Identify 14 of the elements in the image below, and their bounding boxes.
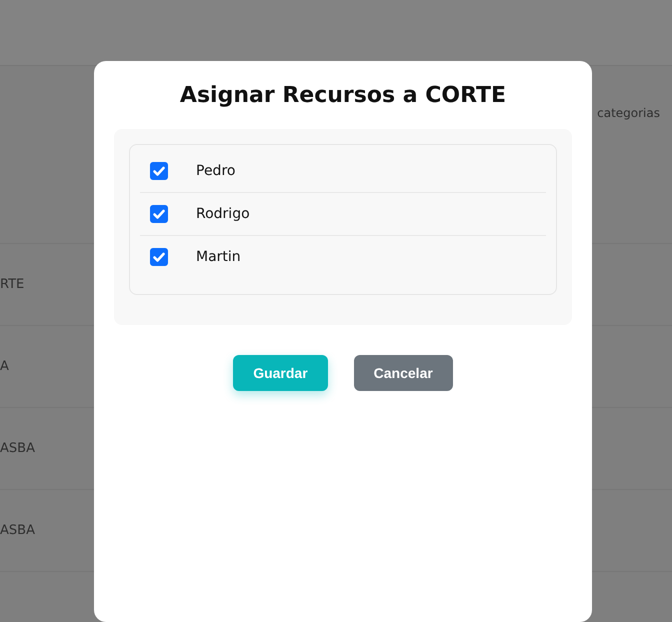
checkbox[interactable] xyxy=(150,248,168,266)
table-cell: A xyxy=(0,359,9,374)
cancel-button[interactable]: Cancelar xyxy=(354,355,453,391)
table-cell: ASBA xyxy=(0,441,35,456)
dialog-title: Asignar Recursos a CORTE xyxy=(178,82,508,110)
column-header: categorias xyxy=(597,106,660,120)
save-button[interactable]: Guardar xyxy=(233,355,328,391)
resource-name: Pedro xyxy=(196,163,236,179)
checkbox[interactable] xyxy=(150,162,168,180)
table-cell: ASBA xyxy=(0,523,35,538)
checkbox[interactable] xyxy=(150,205,168,223)
resource-name: Rodrigo xyxy=(196,206,250,222)
table-cell: RTE xyxy=(0,277,24,292)
resource-name: Martin xyxy=(196,249,241,265)
